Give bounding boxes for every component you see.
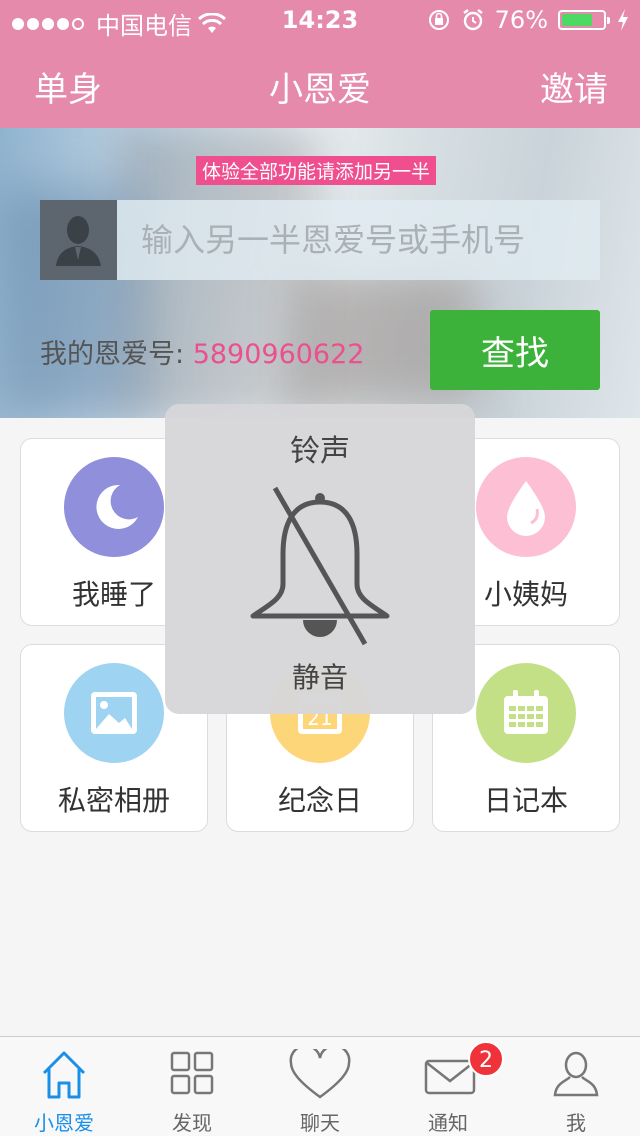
alarm-icon — [462, 9, 483, 31]
diary-calendar-icon — [476, 663, 576, 763]
my-id-label: 我的恩爱号: — [40, 339, 193, 370]
battery-icon — [558, 10, 610, 30]
battery-fill — [562, 14, 592, 26]
tile-label: 日记本 — [483, 784, 568, 817]
hud-title: 铃声 — [290, 434, 350, 469]
tab-me[interactable]: 我 — [512, 1037, 640, 1136]
tab-chat[interactable]: 聊天 — [256, 1037, 384, 1136]
page-title: 小恩爱 — [269, 70, 371, 110]
tile-label: 纪念日 — [277, 784, 362, 817]
tab-bar: 小恩爱 发现 聊天 2 通知 我 — [0, 1036, 640, 1136]
tab-notifications[interactable]: 2 通知 — [384, 1037, 512, 1136]
person-placeholder-icon — [56, 216, 101, 266]
top-bar: 中国电信 14:23 76% 单身 小恩爱 邀请 — [0, 0, 640, 128]
heart-icon — [289, 1049, 351, 1099]
partner-id-input[interactable] — [117, 200, 600, 280]
home-icon — [42, 1051, 86, 1099]
grid-icon — [170, 1051, 214, 1095]
avatar — [40, 200, 117, 280]
status-bar: 中国电信 14:23 76% — [0, 0, 640, 40]
my-id-value: 5890960622 — [192, 339, 365, 370]
invite-button[interactable]: 邀请 — [540, 62, 608, 111]
tab-home[interactable]: 小恩爱 — [0, 1037, 128, 1136]
rotation-lock-icon — [428, 10, 449, 30]
pairing-banner: 体验全部功能请添加另一半 我的恩爱号: 5890960622 查找 — [0, 128, 640, 418]
tab-label: 聊天 — [300, 1111, 340, 1135]
single-status-button[interactable]: 单身 — [34, 62, 102, 111]
status-right: 76% — [427, 6, 630, 34]
tab-label: 发现 — [172, 1111, 212, 1135]
tab-label: 小恩爱 — [34, 1111, 94, 1135]
bell-muted-icon — [250, 486, 390, 646]
battery-percent: 76% — [494, 6, 548, 34]
partner-search-box — [40, 200, 600, 280]
user-icon — [553, 1051, 599, 1097]
charging-icon — [618, 9, 628, 31]
notification-badge: 2 — [468, 1041, 504, 1077]
hud-status: 静音 — [291, 661, 348, 694]
tab-label: 通知 — [428, 1111, 468, 1135]
tile-label: 私密相册 — [57, 784, 170, 817]
find-button[interactable]: 查找 — [430, 310, 600, 390]
drop-icon — [476, 457, 576, 557]
tab-label: 我 — [566, 1111, 586, 1135]
tab-discover[interactable]: 发现 — [128, 1037, 256, 1136]
moon-icon — [64, 457, 164, 557]
photo-icon — [64, 663, 164, 763]
ringer-hud: 铃声 静音 — [165, 404, 475, 714]
pairing-tip: 体验全部功能请添加另一半 — [196, 156, 437, 185]
my-id: 我的恩爱号: 5890960622 — [40, 332, 364, 371]
